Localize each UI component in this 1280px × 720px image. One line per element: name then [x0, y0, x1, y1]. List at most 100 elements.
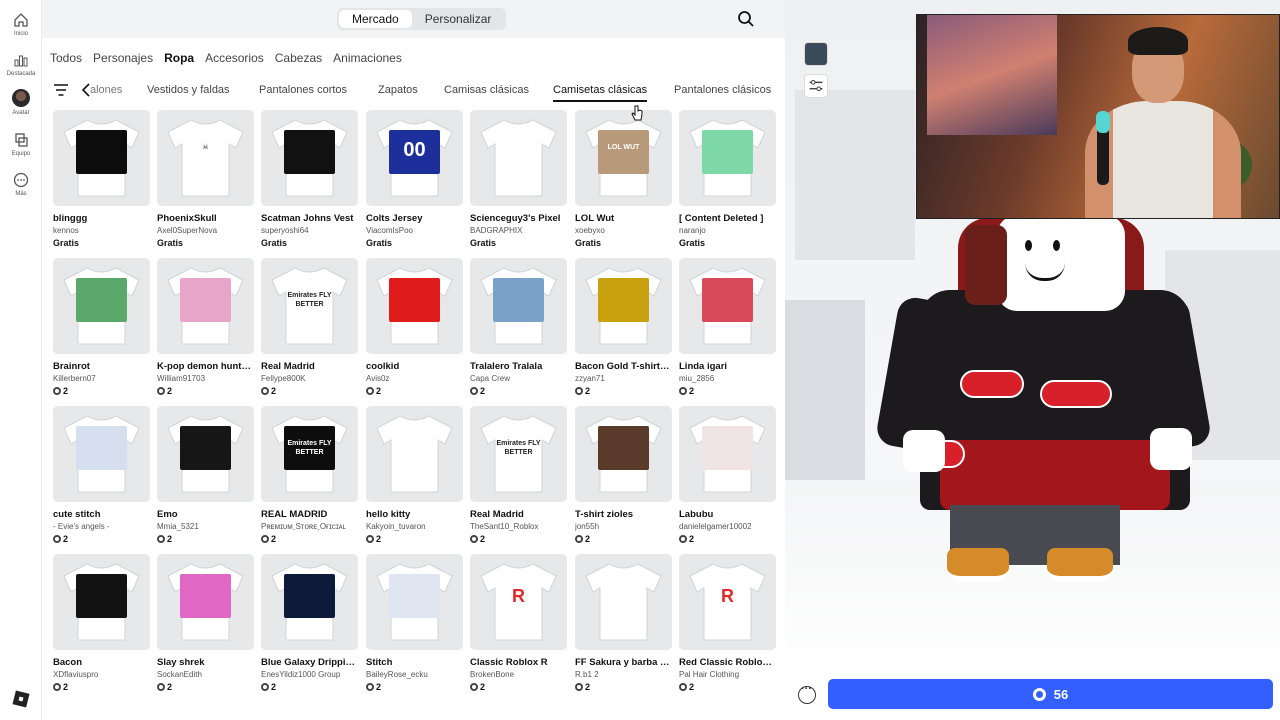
item-creator[interactable]: kennos [53, 226, 150, 235]
robux-icon [366, 387, 374, 395]
subtab-pantalones[interactable]: alones [90, 76, 122, 104]
item-art [180, 426, 231, 470]
subtab-zapatos[interactable]: Zapatos [378, 76, 418, 104]
item-creator[interactable]: ViacomIsPoo [366, 226, 463, 235]
item-title[interactable]: Bacon Gold T-shirt (… [575, 361, 672, 372]
item-title[interactable]: LOL Wut [575, 213, 672, 224]
category-ropa[interactable]: Ropa [164, 48, 194, 68]
item-title[interactable]: Brainrot [53, 361, 150, 372]
item-title[interactable]: Emo [157, 509, 254, 520]
item-thumbnail [53, 110, 150, 206]
item-creator[interactable]: Axel0SuperNova [157, 226, 254, 235]
item-creator[interactable]: Kakyoin_tuvaron [366, 522, 463, 531]
item-creator[interactable]: - Evie's angels - [53, 522, 150, 531]
item-creator[interactable]: miu_2856 [679, 374, 776, 383]
category-personajes[interactable]: Personajes [93, 48, 153, 68]
item-title[interactable]: hello kitty [366, 509, 463, 520]
item-art: Emirates FLY BETTER [284, 426, 335, 470]
rail-item-equipo[interactable]: Equipo [0, 132, 42, 157]
filter-icon[interactable] [53, 82, 69, 98]
rail-item-destacada[interactable]: Destacada [0, 52, 42, 77]
subtab-camisetas-clasicas[interactable]: Camisetas clásicas [553, 76, 648, 104]
item-price-value: 2 [167, 682, 173, 692]
item-title[interactable]: Classic Roblox R [470, 657, 567, 668]
subtab-camisas-clasicas[interactable]: Camisas clásicas [444, 76, 529, 104]
item-title[interactable]: Colts Jersey [366, 213, 463, 224]
category-cabezas[interactable]: Cabezas [275, 48, 322, 68]
item-creator[interactable]: jon55h [575, 522, 672, 531]
item-title[interactable]: coolkid [366, 361, 463, 372]
robux-buy-button[interactable]: 56 [828, 679, 1273, 709]
item-price: Gratis [575, 238, 601, 248]
item-creator[interactable]: TheSant10_Roblox [470, 522, 567, 531]
item-creator[interactable]: superyoshi64 [261, 226, 358, 235]
subtab-pantalones-clasicos[interactable]: Pantalones clásicos [674, 76, 771, 104]
item-title[interactable]: REAL MADRID [261, 509, 358, 520]
subtab-pantalones-cortos[interactable]: Pantalones cortos [259, 76, 347, 104]
robux-icon [470, 387, 478, 395]
item-creator[interactable]: R.b1 2 [575, 670, 672, 679]
rail-item-mas[interactable]: Más [0, 172, 42, 197]
item-price-value: Gratis [53, 238, 80, 248]
item-creator[interactable]: XDflaviuspro [53, 670, 150, 679]
category-animaciones[interactable]: Animaciones [333, 48, 402, 68]
item-title[interactable]: T-shirt zioles [575, 509, 672, 520]
item-thumbnail [679, 258, 776, 354]
item-creator[interactable]: Pal Hair Clothing [679, 670, 776, 679]
item-creator[interactable]: EnesYildiz1000 Group [261, 670, 358, 679]
item-creator[interactable]: Capa Crew [470, 374, 567, 383]
item-price-value: 2 [271, 682, 277, 692]
item-creator[interactable]: xoebyxo [575, 226, 672, 235]
item-title[interactable]: K-pop demon hunte… [157, 361, 254, 372]
category-todos[interactable]: Todos [50, 48, 82, 68]
item-creator[interactable]: PʀᴇᴍɪᴜᴍˍSᴛᴏʀᴇˍOғɪᴄɪᴀʟ [261, 522, 358, 531]
background-block [795, 90, 915, 260]
rail-item-inicio[interactable]: Inicio [0, 12, 42, 37]
item-title[interactable]: Real Madrid [470, 509, 567, 520]
rail-item-avatar[interactable]: Avatar [0, 89, 42, 116]
item-creator[interactable]: BaileyRose_ecku [366, 670, 463, 679]
item-title[interactable]: Blue Galaxy Drippin… [261, 657, 358, 668]
item-creator[interactable]: William91703 [157, 374, 254, 383]
more-icon[interactable] [798, 683, 816, 704]
item-creator[interactable]: Avis0z [366, 374, 463, 383]
sliders-icon[interactable] [804, 74, 828, 98]
avatar-thumb-icon[interactable] [804, 42, 828, 66]
item-creator[interactable]: Killerbern07 [53, 374, 150, 383]
item-creator[interactable]: Mmia_5321 [157, 522, 254, 531]
catalog-panel: Mercado Personalizar Todos Personajes Ro… [42, 0, 785, 720]
subtab-vestidos[interactable]: Vestidos y faldas [147, 76, 230, 104]
item-creator[interactable]: SockanEdith [157, 670, 254, 679]
item-creator[interactable]: zzyan71 [575, 374, 672, 383]
item-title[interactable]: Scatman Johns Vest [261, 213, 358, 224]
tab-mercado[interactable]: Mercado [339, 10, 412, 28]
tab-personalizar[interactable]: Personalizar [412, 10, 505, 28]
item-title[interactable]: Tralalero Tralala [470, 361, 567, 372]
roblox-logo[interactable] [12, 690, 30, 708]
item-title[interactable]: Labubu [679, 509, 776, 520]
item-title[interactable]: cute stitch [53, 509, 150, 520]
item-creator[interactable]: BrokenBone [470, 670, 567, 679]
rail-label: Equipo [11, 151, 31, 157]
robux-icon [157, 387, 165, 395]
item-title[interactable]: Bacon [53, 657, 150, 668]
item-creator[interactable]: Fellype800K [261, 374, 358, 383]
item-creator[interactable]: BADGRAPHIX [470, 226, 567, 235]
item-title[interactable]: Real Madrid [261, 361, 358, 372]
item-price: 2 [679, 386, 694, 396]
background-block [785, 300, 865, 480]
category-accesorios[interactable]: Accesorios [205, 48, 264, 68]
item-title[interactable]: Stitch [366, 657, 463, 668]
item-creator[interactable]: danielelgamer10002 [679, 522, 776, 531]
item-title[interactable]: [ Content Deleted ] [679, 213, 776, 224]
item-price-value: 2 [167, 386, 173, 396]
item-title[interactable]: Slay shrek [157, 657, 254, 668]
item-title[interactable]: blinggg [53, 213, 150, 224]
search-icon[interactable] [737, 10, 755, 28]
item-title[interactable]: PhoenixSkull [157, 213, 254, 224]
item-title[interactable]: Scienceguy3's Pixel [470, 213, 567, 224]
item-title[interactable]: Linda igari [679, 361, 776, 372]
item-title[interactable]: FF Sakura y barba o… [575, 657, 672, 668]
item-creator[interactable]: naranjo [679, 226, 776, 235]
item-title[interactable]: Red Classic Roblox … [679, 657, 776, 668]
